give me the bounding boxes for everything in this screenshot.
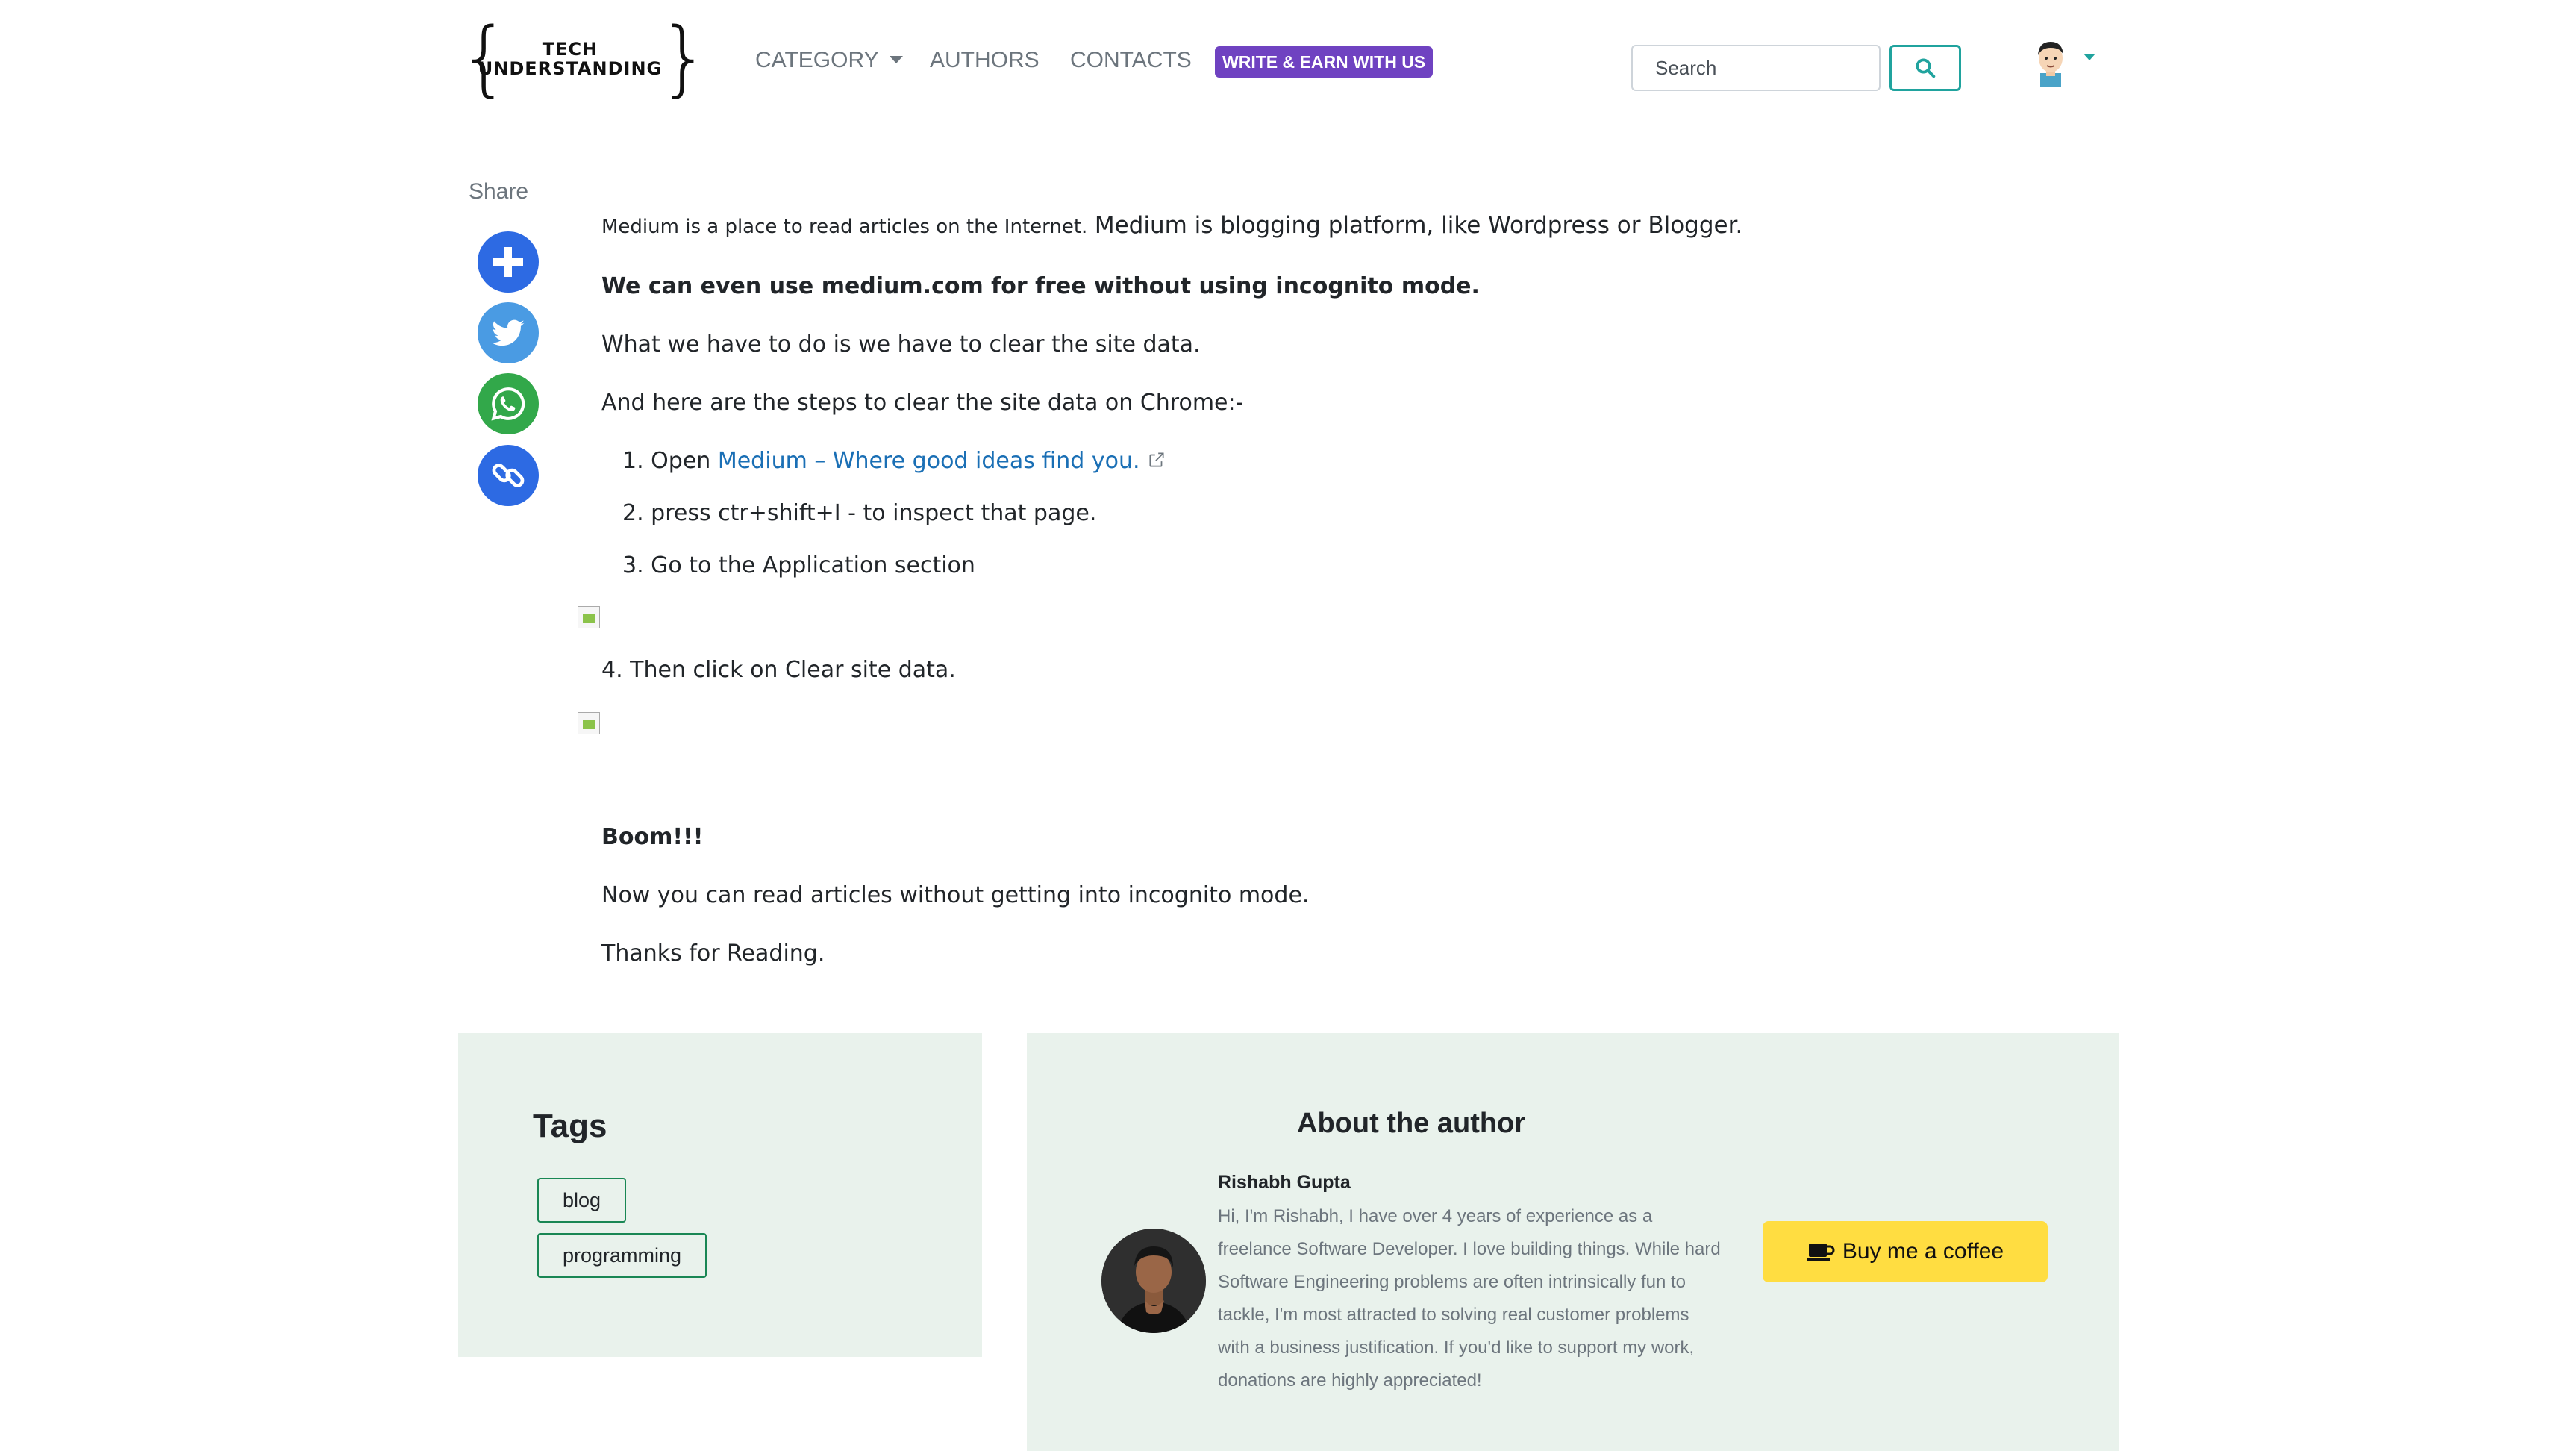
- search-button[interactable]: [1889, 45, 1961, 91]
- tags-title: Tags: [533, 1108, 607, 1144]
- article-now: Now you can read articles without gettin…: [601, 882, 1310, 908]
- article-paragraph-steps: And here are the steps to clear the site…: [601, 390, 1244, 416]
- step-4: 4. Then click on Clear site data.: [601, 657, 956, 683]
- article-paragraph-what: What we have to do is we have to clear t…: [601, 331, 1201, 358]
- author-name: Rishabh Gupta: [1218, 1172, 1351, 1193]
- site-logo[interactable]: { TECH UNDERSTANDING }: [458, 16, 710, 99]
- coffee-cup-icon: [1807, 1244, 1835, 1261]
- author-photo: [1101, 1229, 1206, 1333]
- navbar: { TECH UNDERSTANDING } CATEGORY AUTHORS …: [0, 0, 2576, 127]
- author-bio: Hi, I'm Rishabh, I have over 4 years of …: [1218, 1206, 1721, 1391]
- link-icon: [492, 464, 525, 487]
- broken-image-placeholder: [578, 712, 600, 734]
- plus-icon: [493, 247, 523, 277]
- nav-authors-link[interactable]: AUTHORS: [930, 48, 1040, 73]
- user-avatar-icon: [2038, 42, 2063, 87]
- external-link-icon: [1149, 452, 1164, 467]
- share-twitter-button[interactable]: [478, 302, 539, 363]
- logo-right-brace: }: [658, 10, 710, 105]
- step-1: 1. Open Medium – Where good ideas find y…: [622, 448, 1166, 474]
- twitter-icon: [492, 319, 525, 346]
- whatsapp-icon: [491, 387, 525, 421]
- medium-link[interactable]: Medium – Where good ideas find you.: [718, 448, 1140, 474]
- share-label: Share: [469, 179, 529, 204]
- article-intro: Medium is a place to read articles on th…: [601, 212, 1742, 239]
- tag-programming[interactable]: programming: [537, 1233, 707, 1278]
- nav-category-dropdown[interactable]: CATEGORY: [755, 48, 903, 73]
- intro-large-text: Medium is blogging platform, like Wordpr…: [1094, 212, 1743, 239]
- user-menu-caret-icon[interactable]: [2083, 54, 2095, 60]
- article-boom: Boom!!!: [601, 824, 704, 850]
- buy-me-a-coffee-button[interactable]: Buy me a coffee: [1763, 1221, 2048, 1282]
- logo-text-bottom: UNDERSTANDING: [478, 58, 663, 79]
- tag-blog[interactable]: blog: [537, 1178, 627, 1223]
- chevron-down-icon: [889, 56, 903, 64]
- step-2: 2. press ctr+shift+I - to inspect that p…: [622, 500, 1097, 526]
- search-input[interactable]: [1631, 45, 1881, 91]
- coffee-button-label: Buy me a coffee: [1842, 1239, 2004, 1264]
- nav-contacts-link[interactable]: CONTACTS: [1070, 48, 1192, 73]
- author-photo-image: [1101, 1229, 1206, 1333]
- share-more-button[interactable]: [478, 231, 539, 293]
- about-title: About the author: [1297, 1108, 1526, 1139]
- step-3: 3. Go to the Application section: [622, 552, 975, 578]
- logo-text-top: TECH: [542, 39, 598, 60]
- share-copy-link-button[interactable]: [478, 445, 539, 506]
- article-thanks: Thanks for Reading.: [601, 940, 825, 967]
- user-avatar[interactable]: [2028, 37, 2073, 87]
- step-1-prefix: 1. Open: [622, 448, 711, 474]
- write-earn-badge[interactable]: WRITE & EARN WITH US: [1215, 46, 1434, 78]
- broken-image-placeholder: [578, 606, 600, 628]
- article-bold-line: We can even use medium.com for free with…: [601, 273, 1480, 299]
- search-icon: [1916, 58, 1936, 78]
- share-whatsapp-button[interactable]: [478, 373, 539, 434]
- nav-category-label: CATEGORY: [755, 48, 879, 72]
- intro-small-text: Medium is a place to read articles on th…: [601, 216, 1088, 238]
